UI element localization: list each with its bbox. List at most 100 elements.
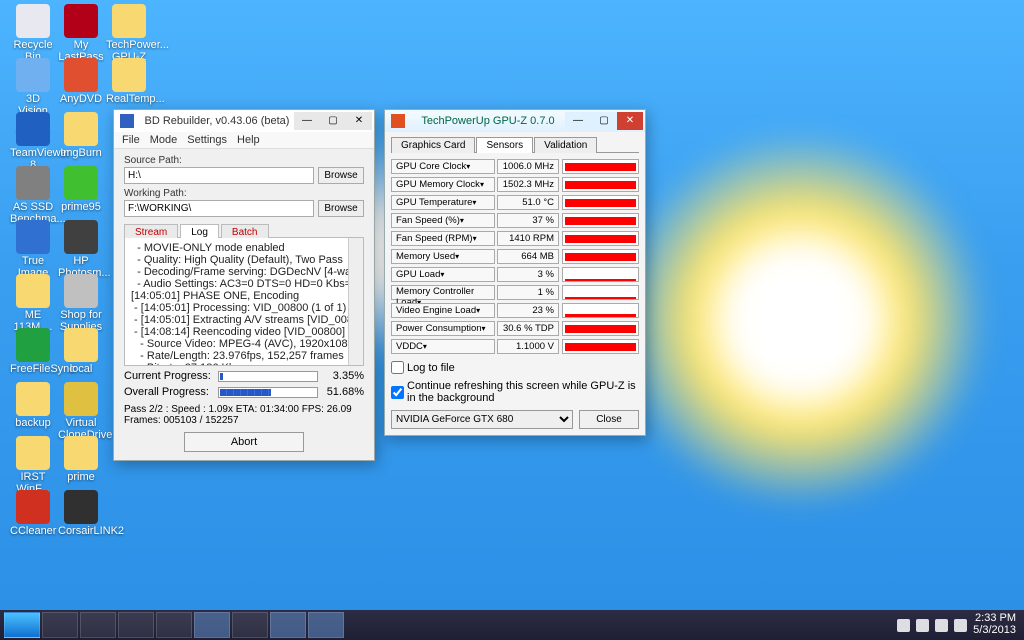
maximize-button[interactable]: ▢ — [320, 112, 346, 130]
desktop-icon[interactable]: IRST WinF... — [10, 436, 56, 495]
sensor-value-button[interactable]: 1006.0 MHz — [497, 159, 559, 174]
desktop-icon[interactable]: ME 113M ... — [10, 274, 56, 333]
icon-image — [16, 436, 50, 470]
sensor-name-button[interactable]: GPU Load▾ — [391, 267, 495, 282]
menu-settings[interactable]: Settings — [187, 134, 227, 146]
working-path-input[interactable] — [124, 200, 314, 217]
desktop-icon[interactable]: prime95 — [58, 166, 104, 214]
tab-batch[interactable]: Batch — [221, 224, 269, 238]
tray-network-icon[interactable] — [935, 619, 948, 632]
desktop-icon[interactable]: RealTemp... — [106, 58, 152, 106]
desktop-icon[interactable]: ImgBurn — [58, 112, 104, 160]
continue-refresh-checkbox[interactable] — [391, 386, 404, 399]
sensor-value-button[interactable]: 37 % — [497, 213, 559, 228]
sensor-value-button[interactable]: 664 MB — [497, 249, 559, 264]
menu-help[interactable]: Help — [237, 134, 260, 146]
bd-titlebar[interactable]: BD Rebuilder, v0.43.06 (beta) ― ▢ ✕ — [114, 110, 374, 132]
sensor-name-button[interactable]: Fan Speed (RPM)▾ — [391, 231, 495, 246]
desktop-icon[interactable]: FreeFileSync — [10, 328, 56, 376]
sensor-graph — [562, 213, 639, 228]
desktop-icon[interactable]: AnyDVD — [58, 58, 104, 106]
start-ie-button[interactable] — [4, 612, 40, 638]
log-scrollbar[interactable] — [348, 238, 363, 365]
tray-flag-icon[interactable] — [916, 619, 929, 632]
desktop-icon[interactable]: TeamViewer 8 — [10, 112, 56, 171]
tray-volume-icon[interactable] — [954, 619, 967, 632]
icon-image — [16, 328, 50, 362]
icon-image — [16, 382, 50, 416]
sensor-value-button[interactable]: 1.1000 V — [497, 339, 559, 354]
sensor-name-button[interactable]: Memory Controller Load▾ — [391, 285, 495, 300]
gz-titlebar[interactable]: TechPowerUp GPU-Z 0.7.0 ― ▢ ✕ — [385, 110, 645, 132]
desktop-icon[interactable]: TechPower... GPU-Z — [106, 4, 152, 63]
minimize-button[interactable]: ― — [565, 112, 591, 130]
icon-image — [16, 274, 50, 308]
close-button[interactable]: ✕ — [346, 112, 372, 130]
gpu-select[interactable]: NVIDIA GeForce GTX 680 — [391, 410, 573, 429]
desktop-icon[interactable]: backup — [10, 382, 56, 430]
desktop-icon[interactable]: CorsairLINK2 — [58, 490, 104, 538]
icon-image — [64, 490, 98, 524]
desktop-icon[interactable]: HP Photosm... — [58, 220, 104, 279]
working-browse-button[interactable]: Browse — [318, 200, 364, 217]
sensor-name-button[interactable]: GPU Memory Clock▾ — [391, 177, 495, 192]
icon-image — [64, 328, 98, 362]
overall-progress-bar — [218, 387, 318, 398]
source-path-input[interactable] — [124, 167, 314, 184]
taskbar-explorer[interactable] — [42, 612, 78, 638]
sensor-row: Fan Speed (%)▾37 % — [391, 212, 639, 229]
maximize-button[interactable]: ▢ — [591, 112, 617, 130]
desktop-icon[interactable]: prime — [58, 436, 104, 484]
tray-icon[interactable] — [897, 619, 910, 632]
sensor-name-button[interactable]: GPU Core Clock▾ — [391, 159, 495, 174]
tray-clock[interactable]: 2:33 PM5/3/2013 — [973, 613, 1016, 636]
log-to-file-checkbox[interactable] — [391, 361, 404, 374]
gz-close-button[interactable]: Close — [579, 410, 639, 429]
tab-stream[interactable]: Stream — [124, 224, 178, 238]
desktop-icon[interactable]: Virtual CloneDrive — [58, 382, 104, 441]
menu-file[interactable]: File — [122, 134, 140, 146]
menu-mode[interactable]: Mode — [150, 134, 178, 146]
desktop-icon[interactable]: Recycle Bin — [10, 4, 56, 63]
dropdown-icon: ▾ — [455, 252, 459, 261]
sensor-name-button[interactable]: Power Consumption▾ — [391, 321, 495, 336]
sensor-name-button[interactable]: VDDC▾ — [391, 339, 495, 354]
taskbar-app-5[interactable] — [232, 612, 268, 638]
abort-button[interactable]: Abort — [184, 432, 304, 452]
dropdown-icon: ▾ — [482, 324, 486, 333]
sensor-value-button[interactable]: 51.0 °C — [497, 195, 559, 210]
taskbar-app-4[interactable] — [194, 612, 230, 638]
tab-validation[interactable]: Validation — [534, 137, 597, 153]
sensor-value-button[interactable]: 1410 RPM — [497, 231, 559, 246]
sensor-name-button[interactable]: Memory Used▾ — [391, 249, 495, 264]
sensor-graph — [562, 267, 639, 282]
sensor-value-button[interactable]: 1 % — [497, 285, 559, 300]
sensor-name-button[interactable]: GPU Temperature▾ — [391, 195, 495, 210]
desktop-icon[interactable]: CCleaner — [10, 490, 56, 538]
sensor-row: Memory Controller Load▾1 % — [391, 284, 639, 301]
source-browse-button[interactable]: Browse — [318, 167, 364, 184]
sensor-graph — [562, 303, 639, 318]
close-button[interactable]: ✕ — [617, 112, 643, 130]
desktop-icon[interactable]: AS SSD Benchma... — [10, 166, 56, 225]
taskbar-app-2[interactable] — [118, 612, 154, 638]
icon-label: backup — [10, 418, 56, 430]
sensor-value-button[interactable]: 23 % — [497, 303, 559, 318]
taskbar-app-3[interactable] — [156, 612, 192, 638]
sensor-value-button[interactable]: 30.6 % TDP — [497, 321, 559, 336]
icon-image — [112, 4, 146, 38]
tab-log[interactable]: Log — [180, 224, 219, 238]
tab-graphics-card[interactable]: Graphics Card — [391, 137, 475, 153]
sensor-name-button[interactable]: Fan Speed (%)▾ — [391, 213, 495, 228]
desktop-icon[interactable]: local — [58, 328, 104, 376]
sensor-value-button[interactable]: 1502.3 MHz — [497, 177, 559, 192]
sensor-graph — [562, 339, 639, 354]
taskbar-gpuz[interactable] — [308, 612, 344, 638]
tab-sensors[interactable]: Sensors — [476, 137, 533, 153]
sensor-value-button[interactable]: 3 % — [497, 267, 559, 282]
sensor-graph — [562, 321, 639, 336]
taskbar-app-1[interactable] — [80, 612, 116, 638]
minimize-button[interactable]: ― — [294, 112, 320, 130]
taskbar-bdrebuilder[interactable] — [270, 612, 306, 638]
sensor-name-button[interactable]: Video Engine Load▾ — [391, 303, 495, 318]
